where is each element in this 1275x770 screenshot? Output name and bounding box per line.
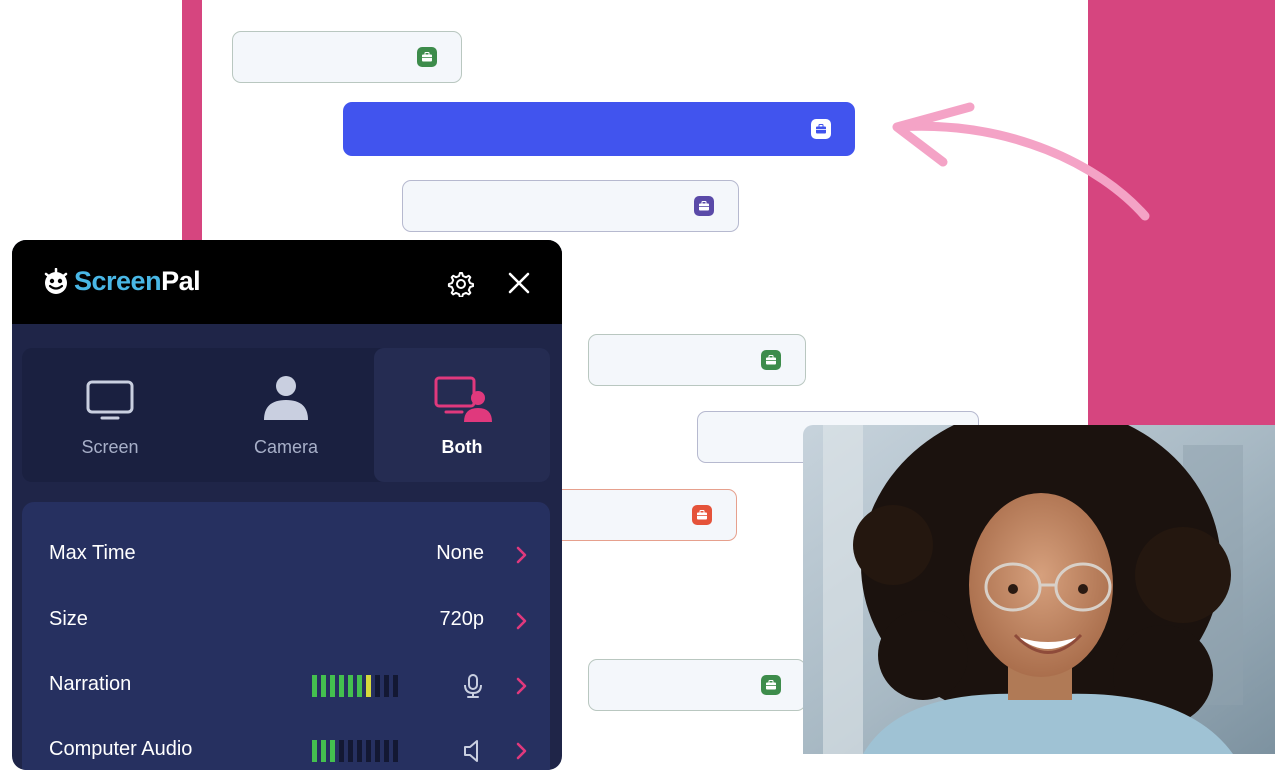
meter-bar (366, 740, 371, 762)
recorder-header: ScreenPal (12, 240, 562, 324)
chevron-right-icon (516, 546, 527, 564)
setting-label: Max Time (49, 542, 136, 564)
speaker-icon[interactable] (462, 738, 484, 764)
meter-bar (348, 740, 353, 762)
recording-mode-selector: Screen Camera Both (22, 348, 550, 482)
close-icon[interactable] (506, 270, 532, 296)
task-bar[interactable] (548, 489, 737, 541)
meter-bar (357, 675, 362, 697)
logo-text-pal: Pal (161, 266, 201, 296)
setting-label: Narration (49, 673, 132, 695)
briefcase-icon (417, 47, 437, 67)
chevron-right-icon (516, 677, 527, 695)
setting-narration[interactable]: Narration (22, 661, 550, 711)
setting-max-time[interactable]: Max Time None (22, 530, 550, 580)
gear-icon[interactable] (446, 269, 474, 297)
tab-label: Camera (253, 437, 319, 457)
meter-bar (357, 740, 362, 762)
chevron-right-icon (516, 742, 527, 760)
setting-label: Size (49, 608, 88, 630)
briefcase-icon (811, 119, 831, 139)
setting-label: Computer Audio (49, 738, 193, 760)
meter-bar (375, 675, 380, 697)
briefcase-icon (694, 196, 714, 216)
screenpal-logo: ScreenPal (42, 266, 201, 297)
task-bar-active[interactable] (343, 102, 855, 156)
meter-bar (393, 675, 398, 697)
meter-bar (393, 740, 398, 762)
setting-value: 720p (439, 608, 485, 630)
task-bar[interactable] (588, 659, 806, 711)
screenpal-logo-icon (44, 267, 68, 294)
recording-settings: Max Time None Size 720p Narration Comput… (22, 502, 550, 770)
recorder-panel: ScreenPal Screen Camera Both Max Time No… (12, 240, 562, 770)
monitor-icon (86, 380, 134, 420)
computer-audio-level-meter (312, 740, 402, 762)
tab-both[interactable]: Both (374, 348, 550, 482)
tab-camera[interactable]: Camera (198, 348, 374, 482)
tab-label: Both (441, 437, 483, 457)
meter-bar (330, 675, 335, 697)
briefcase-icon (761, 350, 781, 370)
narration-level-meter (312, 675, 402, 697)
task-bar[interactable] (232, 31, 462, 83)
chevron-right-icon (516, 612, 527, 630)
monitor-person-icon (434, 376, 492, 422)
setting-size[interactable]: Size 720p (22, 596, 550, 646)
meter-bar (312, 740, 317, 762)
tab-label: Screen (81, 437, 139, 457)
meter-bar (375, 740, 380, 762)
person-icon (264, 376, 308, 420)
meter-bar (339, 740, 344, 762)
briefcase-icon (692, 505, 712, 525)
meter-bar (366, 675, 371, 697)
task-bar[interactable] (402, 180, 739, 232)
task-bar[interactable] (588, 334, 806, 386)
setting-computer-audio[interactable]: Computer Audio (22, 726, 550, 770)
meter-bar (384, 740, 389, 762)
meter-bar (384, 675, 389, 697)
meter-bar (339, 675, 344, 697)
meter-bar (321, 740, 326, 762)
meter-bar (321, 675, 326, 697)
logo-text-screen: Screen (74, 266, 162, 296)
meter-bar (348, 675, 353, 697)
setting-value: None (436, 542, 484, 564)
tab-screen[interactable]: Screen (22, 348, 198, 482)
meter-bar (312, 675, 317, 697)
briefcase-icon (761, 675, 781, 695)
meter-bar (330, 740, 335, 762)
webcam-preview (803, 425, 1275, 754)
microphone-icon[interactable] (462, 673, 484, 699)
